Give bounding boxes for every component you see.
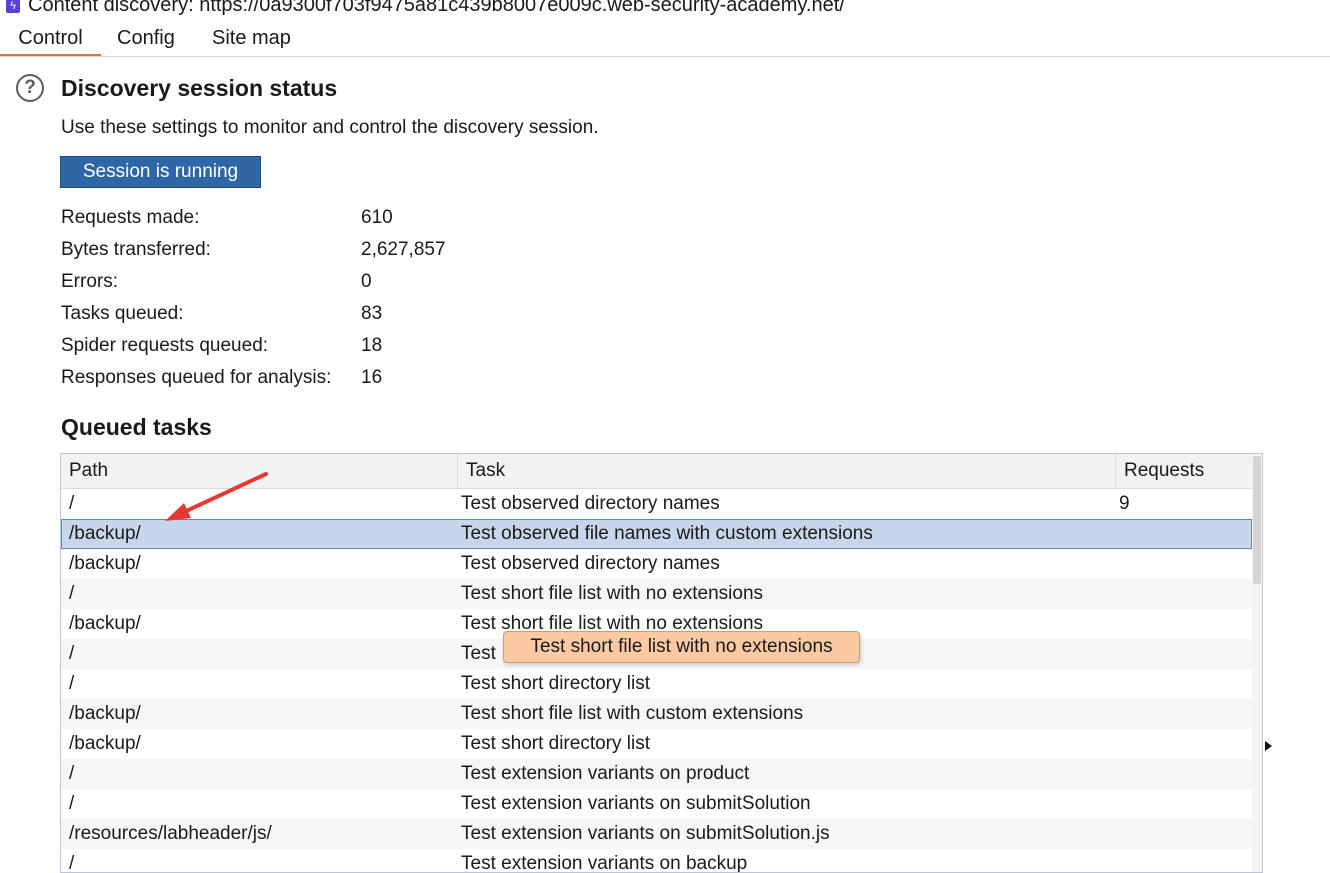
table-row[interactable]: / Test short directory list (61, 669, 1252, 699)
table-row[interactable]: / Test extension variants on submitSolut… (61, 789, 1252, 819)
tab-site-map[interactable]: Site map (212, 22, 291, 55)
cell-path: / (69, 853, 75, 873)
tab-config[interactable]: Config (117, 22, 175, 55)
stat-value: 16 (361, 367, 383, 388)
cell-path: / (69, 643, 75, 664)
cell-path: /backup/ (69, 613, 141, 634)
queued-tasks-table: Path Task Requests / Test observed direc… (60, 453, 1263, 873)
table-row[interactable]: / Test extension variants on backup (61, 849, 1252, 873)
column-header-path[interactable]: Path (61, 454, 458, 488)
stat-label: Tasks queued: (61, 303, 184, 324)
section-description: Use these settings to monitor and contro… (61, 117, 599, 138)
help-icon[interactable]: ? (16, 74, 44, 102)
stat-value: 610 (361, 207, 393, 228)
expand-arrow-icon[interactable] (1265, 741, 1272, 751)
stat-label: Responses queued for analysis: (61, 367, 332, 388)
cell-path: / (69, 493, 75, 514)
stat-label: Requests made: (61, 207, 200, 228)
cell-path: /backup/ (69, 703, 141, 724)
stat-label: Spider requests queued: (61, 335, 269, 356)
table-row[interactable]: / Test extension variants on product (61, 759, 1252, 789)
cell-task: Test short file list with custom extensi… (461, 703, 804, 724)
window-title-bar: ϟ Content discovery: https://0a9300f703f9… (0, 0, 1330, 18)
table-row[interactable]: / Test short file list with no extension… (61, 579, 1252, 609)
cell-path: /resources/labheader/js/ (69, 823, 272, 844)
cell-path: /backup/ (69, 523, 141, 544)
row-tooltip: Test short file list with no extensions (503, 631, 860, 663)
cell-path: / (69, 763, 75, 784)
stat-label: Bytes transferred: (61, 239, 211, 260)
scrollbar-thumb[interactable] (1253, 456, 1261, 584)
cell-task: Test observed directory names (461, 493, 720, 514)
cell-path: / (69, 793, 75, 814)
column-header-requests[interactable]: Requests (1116, 454, 1252, 488)
stat-value: 0 (361, 271, 372, 292)
tab-bar: Control Config Site map (0, 22, 1330, 57)
cell-task: Test extension variants on submitSolutio… (461, 793, 811, 814)
section-title: Discovery session status (61, 75, 338, 101)
session-running-button[interactable]: Session is running (60, 156, 261, 188)
table-header: Path Task Requests (61, 454, 1252, 489)
cell-task: Test extension variants on submitSolutio… (461, 823, 830, 844)
window-title: Content discovery: https://0a9300f703f94… (28, 0, 845, 16)
cell-task: Test observed file names with custom ext… (461, 523, 873, 544)
stat-value: 2,627,857 (361, 239, 446, 260)
cell-path: / (69, 673, 75, 694)
table-row[interactable]: /backup/ Test observed directory names (61, 549, 1252, 579)
cell-task: Test extension variants on product (461, 763, 750, 784)
queued-tasks-title: Queued tasks (61, 414, 212, 440)
cell-path: /backup/ (69, 733, 141, 754)
table-row[interactable]: /resources/labheader/js/ Test extension … (61, 819, 1252, 849)
cell-task: Test short directory list (461, 733, 650, 754)
cell-requests: 9 (1119, 493, 1130, 514)
stat-value: 83 (361, 303, 383, 324)
cell-task: Test observed directory names (461, 553, 720, 574)
cell-path: /backup/ (69, 553, 141, 574)
cell-task: Test extension variants on backup (461, 853, 748, 873)
cell-task: Test (461, 643, 496, 664)
cell-task: Test short file list with no extensions (461, 583, 764, 604)
table-row[interactable]: /backup/ Test short directory list (61, 729, 1252, 759)
cell-path: / (69, 583, 75, 604)
burp-app-icon: ϟ (6, 0, 20, 13)
table-row-selected[interactable]: /backup/ Test observed file names with c… (61, 519, 1252, 549)
column-header-task[interactable]: Task (458, 454, 1116, 488)
table-row[interactable]: /backup/ Test short file list with custo… (61, 699, 1252, 729)
stat-value: 18 (361, 335, 383, 356)
table-row[interactable]: / Test observed directory names 9 (61, 489, 1252, 519)
tab-control[interactable]: Control (0, 22, 101, 56)
table-body: / Test observed directory names 9 /backu… (61, 489, 1252, 873)
cell-task: Test short directory list (461, 673, 650, 694)
stat-label: Errors: (61, 271, 118, 292)
